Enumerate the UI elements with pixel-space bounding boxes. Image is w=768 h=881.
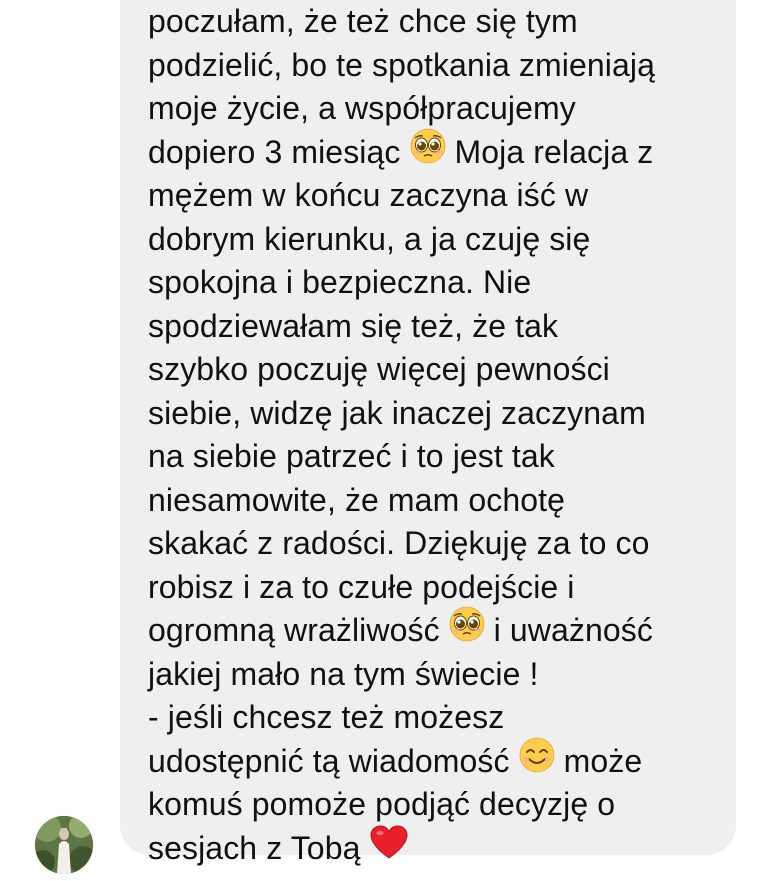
message-line-part: Moja relacja z <box>454 133 654 170</box>
pleading-face-icon <box>449 606 485 654</box>
message-line: dopiero 3 miesiąc Moja relacja z <box>148 128 728 176</box>
message-line: mężem w końcu zaczyna iść w <box>148 177 589 213</box>
message-line-part: może <box>563 742 643 779</box>
message-line: spodziewałam się też, że tak <box>148 307 559 344</box>
message-line: robisz i za to czułe podejście i <box>148 568 575 605</box>
message-line: na siebie patrzeć i to jest tak <box>148 438 555 474</box>
avatar[interactable] <box>35 816 93 874</box>
message-line: ogromną wrażliwość i uważność <box>148 606 728 654</box>
message-line-part: dopiero 3 miesiąc <box>148 133 410 170</box>
message-line-part: sesjach z Tobą <box>148 829 370 866</box>
message-line: niesamowite, że mam ochotę <box>148 481 566 518</box>
message-line: jakiej mało na tym świecie ! <box>148 655 539 692</box>
pleading-face-icon <box>410 128 446 176</box>
message-line: udostępnić tą wiadomość może <box>148 737 728 785</box>
message-line-part: udostępnić tą wiadomość <box>148 742 519 779</box>
message-line: siebie, widzę jak inaczej zaczynam <box>148 394 646 431</box>
message-line: moje życie, a współpracujemy <box>148 90 576 126</box>
red-heart-icon <box>369 824 409 872</box>
message-line: spokojna i bezpieczna. Nie <box>148 264 532 300</box>
message-line: poczułam, że też chce się tym <box>148 3 578 39</box>
message-line: podzielić, bo te spotkania zmieniają <box>148 46 656 83</box>
message-line: szybko poczuję więcej pewności <box>148 351 610 387</box>
message-line: skakać z radości. Dziękuję za to co <box>148 525 650 561</box>
smiling-face-icon <box>519 737 555 785</box>
message-text: poczułam, że też chce się tym podzielić,… <box>148 0 728 870</box>
message-line-part: i uważność <box>493 612 653 649</box>
message-line: sesjach z Tobą <box>148 824 728 872</box>
message-line: dobrym kierunku, a ja czuję się <box>148 220 591 257</box>
message-line: komuś pomoże podjąć decyzję o <box>148 786 616 822</box>
chat-view: poczułam, że też chce się tym podzielić,… <box>0 0 768 881</box>
message-line-part: ogromną wrażliwość <box>148 612 449 649</box>
message-line: - jeśli chcesz też możesz <box>148 699 505 735</box>
